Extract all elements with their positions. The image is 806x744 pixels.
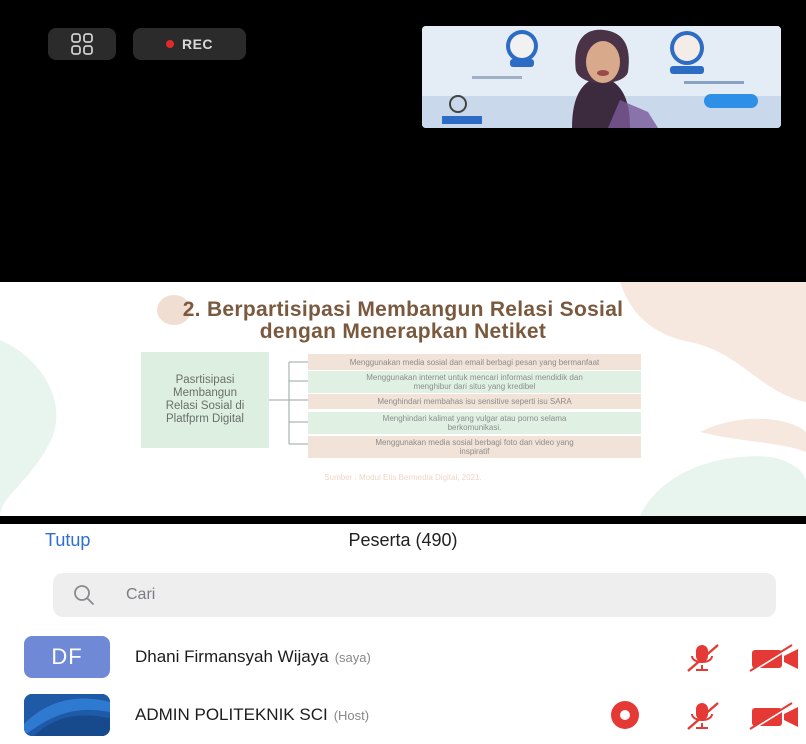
mic-muted-icon[interactable] [682,702,722,730]
participant-tag: (saya) [334,650,371,665]
slide-title-line-1: 2. Berpartisipasi Membangun Relasi Sosia… [0,298,806,322]
avatar [24,694,110,736]
active-speaker-video[interactable] [422,26,781,128]
search-icon [74,585,94,605]
recording-indicator[interactable]: REC [133,28,246,60]
participant-name-text: Dhani Firmansyah Wijaya [135,647,329,666]
participant-name: ADMIN POLITEKNIK SCI (Host) [135,705,369,725]
participant-row[interactable]: DF Dhani Firmansyah Wijaya (saya) [0,628,806,686]
recording-dot-icon [165,40,174,48]
video-off-icon[interactable] [748,702,802,730]
slide-source: Sumber : Modul Etis Bermedia Digital, 20… [324,473,482,482]
video-area: REC [0,0,806,282]
grid-view-icon [71,33,93,55]
slide-title-text-1: Berpartisipasi Membangun Relasi Sosial [206,298,624,321]
slide-title-line-2: dengan Menerapkan Netiket [259,320,547,343]
recording-label: REC [181,36,214,52]
recording-icon [611,701,639,729]
slide-branch-1: Menggunakan media sosial dan email berba… [308,354,641,370]
video-off-icon[interactable] [748,644,802,672]
slide-branch-2: Menggunakan internet untuk mencari infor… [308,371,641,393]
search-bar[interactable] [53,573,776,617]
host-logo-icon [24,694,110,736]
shared-slide: 2. Berpartisipasi Membangun Relasi Sosia… [0,282,806,516]
slide-branch-4: Menghindari kalimat yang vulgar atau por… [308,412,641,434]
participant-name-text: ADMIN POLITEKNIK SCI [135,705,328,724]
mic-muted-icon[interactable] [682,644,722,672]
participant-name: Dhani Firmansyah Wijaya (saya) [135,647,371,667]
search-input[interactable] [126,573,726,617]
avatar: DF [24,636,110,678]
slide-branch-5: Menggunakan media sosial berbagi foto da… [308,436,641,458]
participant-row[interactable]: ADMIN POLITEKNIK SCI (Host) [0,686,806,744]
slide-root-box: Pasrtisipasi Membangun Relasi Sosial di … [141,352,269,448]
participant-tag: (Host) [333,708,370,723]
view-switch-button[interactable] [48,28,116,60]
speaker-video-frame [422,26,781,128]
slide-branch-3: Menghindari membahas isu sensitive seper… [308,394,641,409]
branch-connectors [269,361,308,445]
divider [0,516,806,524]
slide-number: 2. [182,298,201,321]
participants-title: Peserta (490) [348,530,458,550]
